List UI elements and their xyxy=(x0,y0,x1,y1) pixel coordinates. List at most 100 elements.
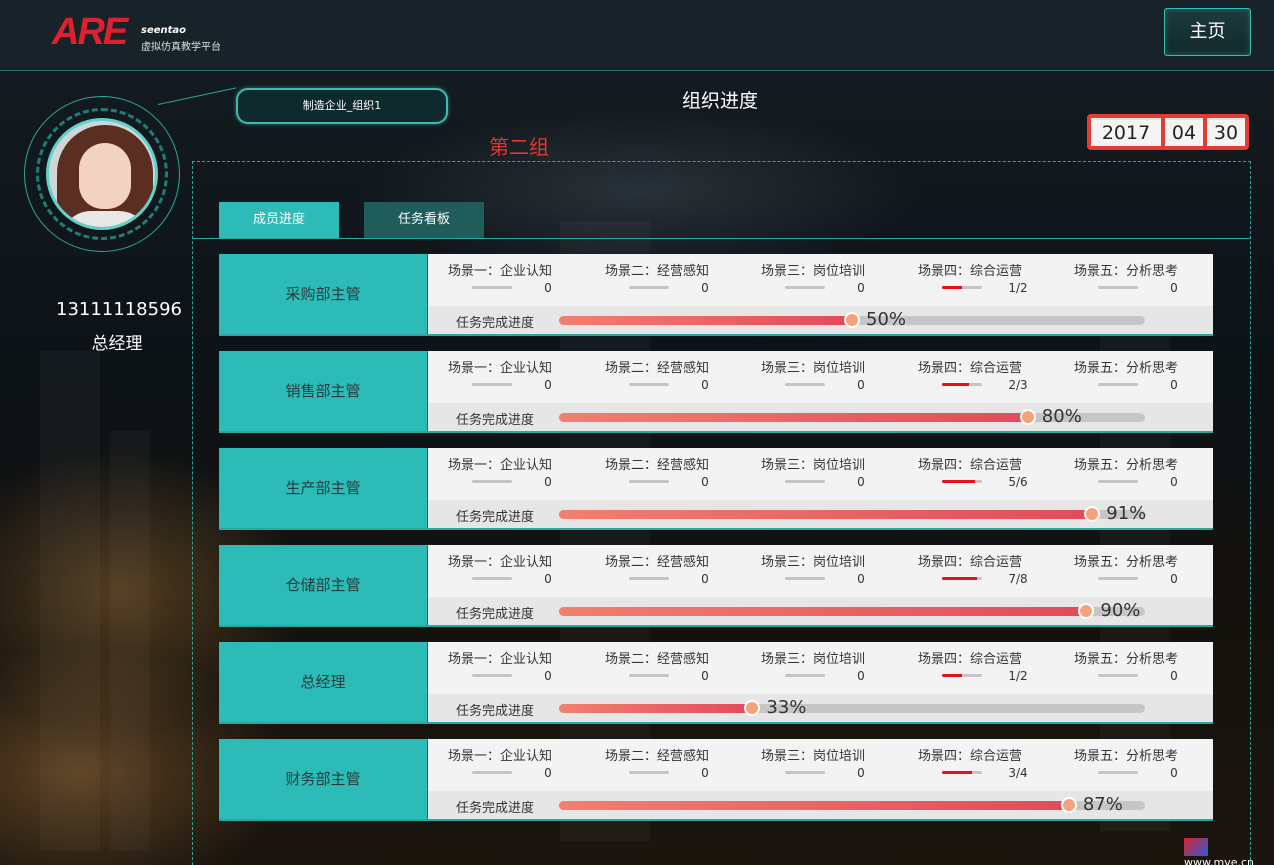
top-bar: ARE seentao 虚拟仿真教学平台 主页 xyxy=(0,0,1274,71)
member-row: 仓储部主管 场景一：企业认知 0 场景二：经营感知 0 场景三：岗位培训 0 场景四：综合运营… xyxy=(219,545,1213,627)
scene-name: 场景四：综合运营 xyxy=(918,264,1023,279)
task-progress-fill xyxy=(559,316,852,325)
scene-item: 场景三：岗位培训 0 xyxy=(761,448,911,500)
task-progress-fill xyxy=(559,704,753,713)
scene-progress-bar xyxy=(472,771,512,774)
tab-member-progress[interactable]: 成员进度 xyxy=(219,202,339,238)
scene-name: 场景五：分析思考 xyxy=(1074,652,1179,667)
scene-value: 0 xyxy=(857,766,865,780)
date-day: 30 xyxy=(1207,118,1245,146)
scene-progress-bar xyxy=(629,383,669,386)
scene-progress-bar xyxy=(629,577,669,580)
page-title: 组织进度 xyxy=(681,90,758,112)
task-progress-track xyxy=(559,801,1145,810)
task-progress-percent: 50% xyxy=(866,309,907,330)
scene-value: 3/4 xyxy=(1008,766,1028,780)
scene-item: 场景四：综合运营 7/8 xyxy=(918,545,1068,597)
logo-subtitle: 虚拟仿真教学平台 xyxy=(141,42,221,53)
scene-value: 1/2 xyxy=(1008,281,1028,295)
scene-value: 0 xyxy=(701,378,709,392)
scene-value: 0 xyxy=(857,378,865,392)
scene-progress-bar xyxy=(1098,286,1138,289)
scene-progress-fill xyxy=(942,577,977,580)
scene-progress-bar xyxy=(472,674,512,677)
task-progress-fill xyxy=(559,801,1069,810)
task-progress-fill xyxy=(559,413,1028,422)
scene-value: 2/3 xyxy=(1008,378,1028,392)
scene-progress-bar xyxy=(472,383,512,386)
scene-name: 场景五：分析思考 xyxy=(1074,264,1179,279)
scene-value: 1/2 xyxy=(1008,669,1028,683)
scene-item: 场景三：岗位培训 0 xyxy=(761,351,911,403)
scene-value: 0 xyxy=(1170,766,1178,780)
member-progress-panel: 场景一：企业认知 0 场景二：经营感知 0 场景三：岗位培训 0 场景四：综合运营 1/2 场景… xyxy=(428,642,1213,722)
scene-progress-fill xyxy=(942,674,962,677)
scene-name: 场景四：综合运营 xyxy=(918,652,1023,667)
group-label: 第二组 xyxy=(489,135,549,159)
scene-value: 0 xyxy=(1170,669,1178,683)
scene-progress-bar xyxy=(785,383,825,386)
scene-value: 0 xyxy=(857,669,865,683)
member-row: 财务部主管 场景一：企业认知 0 场景二：经营感知 0 场景三：岗位培训 0 场景四：综合运营… xyxy=(219,739,1213,821)
task-progress-row: 任务完成进度 50% xyxy=(428,306,1213,334)
scene-progress-fill xyxy=(942,286,962,289)
scene-name: 场景五：分析思考 xyxy=(1074,458,1179,473)
scene-progress-bar xyxy=(1098,480,1138,483)
scene-progress-bar xyxy=(629,771,669,774)
home-button[interactable]: 主页 xyxy=(1164,8,1251,56)
scene-name: 场景三：岗位培训 xyxy=(761,749,866,764)
scene-name: 场景一：企业认知 xyxy=(448,555,553,570)
logo: ARE xyxy=(52,11,128,53)
scene-name: 场景四：综合运营 xyxy=(918,361,1023,376)
scene-item: 场景四：综合运营 5/6 xyxy=(918,448,1068,500)
scene-progress-bar xyxy=(472,286,512,289)
member-progress-panel: 场景一：企业认知 0 场景二：经营感知 0 场景三：岗位培训 0 场景四：综合运营 5/6 场景… xyxy=(428,448,1213,528)
scene-name: 场景五：分析思考 xyxy=(1074,361,1179,376)
scene-progress-bar xyxy=(629,480,669,483)
scene-progress-bar xyxy=(1098,383,1138,386)
member-row: 生产部主管 场景一：企业认知 0 场景二：经营感知 0 场景三：岗位培训 0 场景四：综合运营… xyxy=(219,448,1213,530)
scene-item: 场景四：综合运营 1/2 xyxy=(918,254,1068,306)
scene-name: 场景四：综合运营 xyxy=(918,458,1023,473)
task-progress-row: 任务完成进度 87% xyxy=(428,791,1213,819)
scene-item: 场景四：综合运营 1/2 xyxy=(918,642,1068,694)
scene-name: 场景三：岗位培训 xyxy=(761,458,866,473)
task-progress-row: 任务完成进度 91% xyxy=(428,500,1213,528)
task-progress-label: 任务完成进度 xyxy=(456,801,535,816)
scene-item: 场景三：岗位培训 0 xyxy=(761,545,911,597)
task-progress-percent: 33% xyxy=(766,697,807,718)
task-progress-track xyxy=(559,704,1145,713)
scene-progress-bar xyxy=(942,383,982,386)
scene-progress-bar xyxy=(1098,674,1138,677)
scene-value: 0 xyxy=(701,766,709,780)
task-progress-row: 任务完成进度 33% xyxy=(428,694,1213,722)
scene-value: 0 xyxy=(701,475,709,489)
member-name: 生产部主管 xyxy=(219,448,428,528)
task-progress-knob xyxy=(1060,797,1077,813)
scene-progress-bar xyxy=(785,577,825,580)
scene-name: 场景五：分析思考 xyxy=(1074,555,1179,570)
scene-list: 场景一：企业认知 0 场景二：经营感知 0 场景三：岗位培训 0 场景四：综合运营 1/2 场景… xyxy=(428,254,1213,306)
scene-name: 场景二：经营感知 xyxy=(605,361,710,376)
member-name: 采购部主管 xyxy=(219,254,428,334)
scene-progress-bar xyxy=(942,286,982,289)
user-role: 总经理 xyxy=(91,334,143,354)
scene-item: 场景四：综合运营 2/3 xyxy=(918,351,1068,403)
scene-item: 场景五：分析思考 0 xyxy=(1074,545,1224,597)
member-progress-list: 采购部主管 场景一：企业认知 0 场景二：经营感知 0 场景三：岗位培训 0 场景四：综合运营… xyxy=(219,254,1213,836)
scene-progress-bar xyxy=(942,771,982,774)
scene-item: 场景二：经营感知 0 xyxy=(605,739,755,791)
member-progress-panel: 场景一：企业认知 0 场景二：经营感知 0 场景三：岗位培训 0 场景四：综合运营 1/2 场景… xyxy=(428,254,1213,334)
scene-progress-bar xyxy=(1098,771,1138,774)
task-progress-percent: 90% xyxy=(1100,600,1141,621)
scene-progress-fill xyxy=(942,383,969,386)
scene-value: 0 xyxy=(1170,281,1178,295)
member-name: 总经理 xyxy=(219,642,428,722)
scene-value: 0 xyxy=(544,669,552,683)
member-row: 总经理 场景一：企业认知 0 场景二：经营感知 0 场景三：岗位培训 0 场景四：综合运营 1/… xyxy=(219,642,1213,724)
task-progress-fill xyxy=(559,510,1093,519)
scene-progress-bar xyxy=(785,480,825,483)
scene-item: 场景二：经营感知 0 xyxy=(605,448,755,500)
scene-name: 场景二：经营感知 xyxy=(605,264,710,279)
tab-task-board[interactable]: 任务看板 xyxy=(364,202,484,238)
